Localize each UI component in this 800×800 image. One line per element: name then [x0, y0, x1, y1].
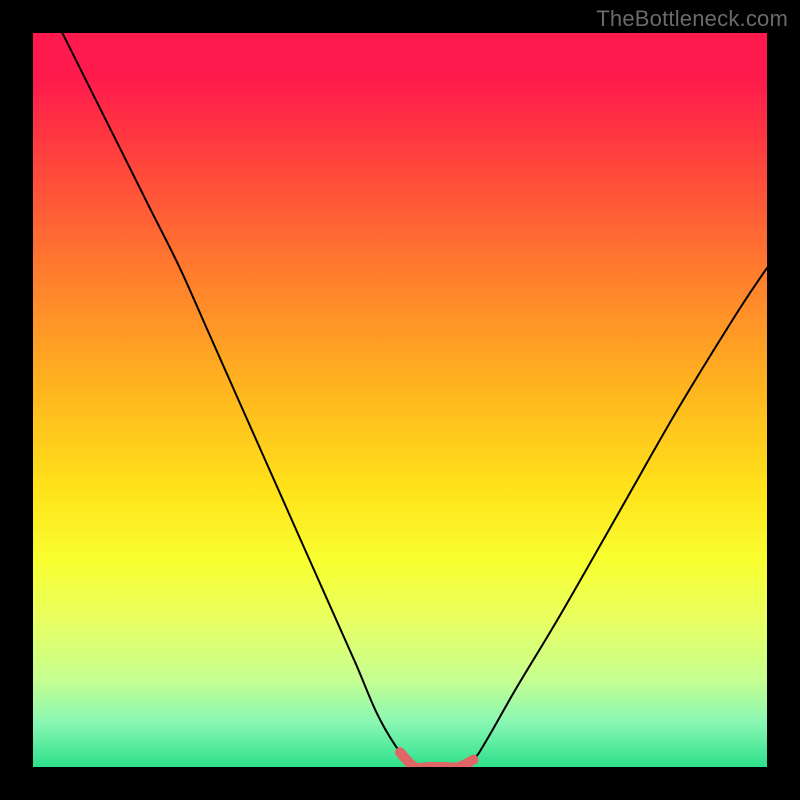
- bottleneck-curve-path: [33, 33, 767, 767]
- curve-layer: [33, 33, 767, 767]
- flat-bottom-highlight-path: [400, 752, 473, 767]
- chart-frame: TheBottleneck.com: [0, 0, 800, 800]
- plot-area: [33, 33, 767, 767]
- watermark-label: TheBottleneck.com: [596, 6, 788, 32]
